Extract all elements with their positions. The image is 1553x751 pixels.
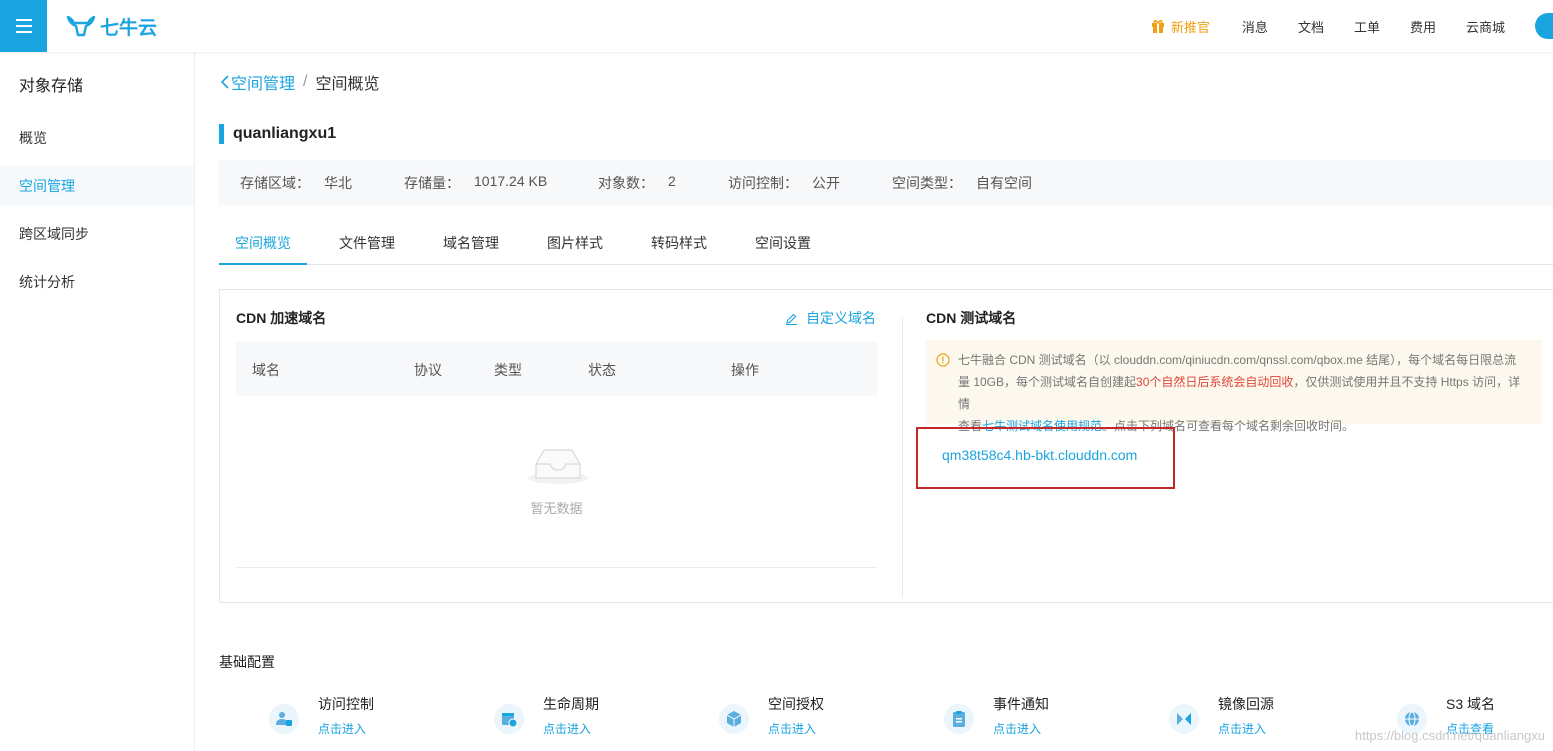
- info-storage: 存储量： 1017.24 KB: [404, 172, 548, 191]
- nav-marketplace[interactable]: 云商城: [1466, 17, 1505, 36]
- tab-transcode-styles[interactable]: 转码样式: [641, 222, 717, 265]
- feature-mirror-origin[interactable]: 镜像回源 点击进入: [1119, 692, 1319, 742]
- sidebar-item-bucket-management[interactable]: 空间管理: [0, 166, 194, 206]
- test-domain-notice: 七牛融合 CDN 测试域名（以 clouddn.com/qiniucdn.com…: [926, 340, 1542, 433]
- breadcrumb-separator: /: [303, 73, 308, 90]
- basic-config-title: 基础配置: [219, 654, 275, 670]
- test-domain-highlight-box: qm38t58c4.hb-bkt.clouddn.com: [916, 427, 1175, 489]
- box-icon: [719, 704, 749, 734]
- breadcrumb-parent: 空间管理: [231, 76, 296, 93]
- top-nav: 新推官 消息 文档 工单 费用 云商城: [1151, 0, 1553, 52]
- tab-bucket-overview[interactable]: 空间概览: [219, 222, 307, 265]
- domain-panel: CDN 加速域名 自定义域名 域名 协议 类型 状态 操作 暂无数据 CDN 测…: [219, 289, 1553, 603]
- col-domain: 域名: [252, 362, 280, 378]
- info-region: 存储区域： 华北: [240, 174, 352, 191]
- watermark: https://blog.csdn.net/quanliangxu: [1354, 728, 1545, 743]
- notice-line-2: 量 10GB，每个测试域名自创建起30个自然日后系统会自动回收，仅供测试使用并且…: [958, 375, 1521, 411]
- tab-bucket-settings[interactable]: 空间设置: [745, 222, 821, 265]
- sidebar-item-cross-region-sync[interactable]: 跨区域同步: [0, 214, 194, 254]
- empty-text: 暂无数据: [530, 501, 583, 516]
- notice-expiry-warning: 30个自然日后系统会自动回收: [1136, 375, 1294, 389]
- col-actions: 操作: [731, 362, 759, 378]
- tab-domain-management[interactable]: 域名管理: [433, 222, 509, 265]
- qiniu-logo-icon: [66, 15, 96, 37]
- tab-file-management[interactable]: 文件管理: [329, 222, 405, 265]
- bucket-info-bar: 存储区域： 华北 存储量： 1017.24 KB 对象数： 2 访问控制： 公开 空间类…: [219, 160, 1553, 205]
- feature-access-control[interactable]: 访问控制 点击进入: [219, 692, 419, 742]
- mirror-icon: [1169, 704, 1199, 734]
- breadcrumb-current: 空间概览: [315, 76, 380, 93]
- info-object-count: 对象数： 2: [598, 172, 676, 191]
- feature-bucket-authorization[interactable]: 空间授权 点击进入: [669, 692, 869, 742]
- warning-icon: [936, 353, 950, 367]
- new-promo-link[interactable]: 新推官: [1151, 17, 1210, 36]
- clipboard-icon: [944, 704, 974, 734]
- top-bar: 七牛云 新推官 消息 文档 工单 费用 云商城: [0, 0, 1553, 52]
- test-domain-link[interactable]: qm38t58c4.hb-bkt.clouddn.com: [942, 447, 1137, 463]
- feature-lifecycle[interactable]: 生命周期 点击进入: [444, 692, 644, 742]
- sidebar-item-statistics[interactable]: 统计分析: [0, 262, 194, 302]
- tab-image-styles[interactable]: 图片样式: [537, 222, 613, 265]
- title-accent-bar: [219, 124, 224, 144]
- col-protocol: 协议: [414, 362, 442, 378]
- nav-tickets[interactable]: 工单: [1354, 17, 1380, 36]
- bucket-title: quanliangxu1: [219, 124, 336, 144]
- test-domain-title: CDN 测试域名: [926, 310, 1017, 326]
- nav-messages[interactable]: 消息: [1242, 17, 1268, 36]
- new-promo-label: 新推官: [1170, 19, 1210, 35]
- gift-icon: [1151, 19, 1164, 33]
- users-icon: [269, 704, 299, 734]
- breadcrumb-back-link[interactable]: 空间管理: [219, 70, 295, 94]
- logo[interactable]: 七牛云: [66, 12, 157, 40]
- cdn-table-header: 域名 协议 类型 状态 操作: [236, 342, 877, 396]
- sidebar-item-overview[interactable]: 概览: [0, 118, 194, 158]
- custom-domain-link[interactable]: 自定义域名: [785, 308, 876, 328]
- chevron-left-icon: [220, 75, 229, 89]
- avatar[interactable]: [1535, 13, 1553, 39]
- bucket-name: quanliangxu1: [233, 125, 337, 142]
- sidebar-title: 对象存储: [19, 78, 84, 95]
- nav-billing[interactable]: 费用: [1410, 17, 1436, 36]
- info-access-control: 访问控制： 公开: [728, 174, 840, 191]
- info-bucket-type: 空间类型： 自有空间: [892, 174, 1032, 191]
- tab-bar: 空间概览 文件管理 域名管理 图片样式 转码样式 空间设置: [219, 222, 1553, 265]
- feature-event-notification[interactable]: 事件通知 点击进入: [894, 692, 1094, 742]
- hamburger-menu-icon[interactable]: [0, 0, 47, 52]
- breadcrumb: 空间管理 / 空间概览: [219, 70, 379, 94]
- sidebar: 对象存储 概览 空间管理 跨区域同步 统计分析: [0, 52, 195, 751]
- edit-icon: [786, 313, 797, 325]
- notice-line-1: 七牛融合 CDN 测试域名（以 clouddn.com/qiniucdn.com…: [958, 353, 1517, 367]
- empty-inbox-icon: [528, 449, 588, 484]
- custom-domain-label: 自定义域名: [806, 310, 876, 326]
- col-status: 状态: [588, 362, 616, 378]
- nav-docs[interactable]: 文档: [1298, 17, 1324, 36]
- logo-text: 七牛云: [100, 17, 158, 39]
- cdn-domain-title: CDN 加速域名: [236, 310, 327, 326]
- cdn-table-empty: 暂无数据: [236, 396, 877, 568]
- col-type: 类型: [494, 362, 522, 378]
- calendar-icon: [494, 704, 524, 734]
- panel-divider: [902, 318, 903, 598]
